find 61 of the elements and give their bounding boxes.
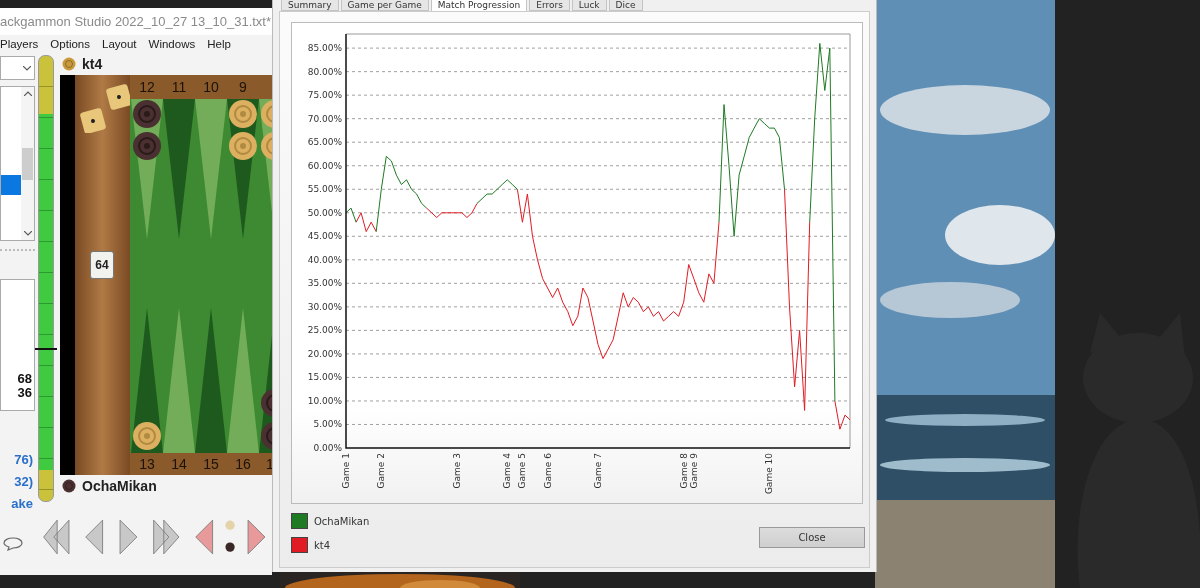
axis-label: Game 5	[517, 453, 528, 489]
axis-label: Game 10	[764, 453, 775, 495]
chevron-icon[interactable]	[23, 91, 32, 96]
axis-label: 75.00%	[307, 90, 342, 101]
doubling-cube[interactable]: 64	[90, 251, 114, 279]
point-number: 16	[234, 456, 252, 472]
menu-item[interactable]: Options	[50, 38, 90, 50]
scrollbar-thumb[interactable]	[22, 147, 33, 180]
link[interactable]: 76)	[14, 449, 33, 471]
axis-label: 55.00%	[307, 184, 342, 195]
axis-label: Game 8	[678, 453, 689, 489]
axis-label: Game 3	[451, 453, 462, 489]
point-number: 10	[202, 79, 220, 95]
axis-label: 60.00%	[307, 160, 342, 171]
axis-label: 65.00%	[307, 137, 342, 148]
axis-label: 70.00%	[307, 113, 342, 124]
window-title: ackgammon Studio 2022_10_27 13_10_31.txt*	[0, 8, 272, 35]
point-number: 12	[138, 79, 156, 95]
axis-label: Game 7	[593, 453, 603, 489]
score-text: 68	[17, 372, 32, 386]
checker-icon	[62, 57, 76, 71]
point-number: 9	[238, 79, 248, 95]
axis-label: 5.00%	[313, 419, 342, 430]
point-number: 15	[202, 456, 220, 472]
axis-label: 50.00%	[307, 207, 342, 218]
close-button[interactable]: Close	[759, 527, 865, 548]
axis-label: 15.00%	[307, 372, 342, 383]
chevron-icon[interactable]	[23, 65, 31, 71]
score-text: 36	[17, 386, 32, 400]
axis-label: 25.00%	[307, 325, 342, 336]
axis-label: 35.00%	[307, 278, 342, 289]
menu-item[interactable]: Players	[0, 38, 39, 50]
axis-label: 0.00%	[313, 443, 342, 453]
axis-label: Game 9	[688, 453, 699, 489]
axis-label: Game 2	[376, 453, 387, 489]
axis-label: Game 4	[502, 453, 513, 489]
checker-icon	[62, 479, 76, 493]
link[interactable]: ake	[11, 493, 33, 515]
axis-label: 85.00%	[307, 43, 342, 54]
point-number: 14	[170, 456, 188, 472]
point-number: 11	[170, 79, 188, 95]
legend-label: OchaMikan	[314, 515, 370, 527]
axis-label: 20.00%	[307, 348, 342, 359]
axis-label: 30.00%	[307, 301, 342, 312]
axis-label: 80.00%	[307, 66, 342, 77]
axis-label: 40.00%	[307, 254, 342, 265]
menu-item[interactable]: Help	[207, 38, 231, 50]
chat-bubble-icon[interactable]	[3, 537, 23, 551]
axis-label: 10.00%	[307, 395, 342, 406]
player-name: kt4	[82, 56, 103, 72]
menu-item[interactable]: Layout	[102, 38, 137, 50]
chevron-icon[interactable]	[23, 231, 32, 236]
player-name: OchaMikan	[82, 478, 157, 494]
menu-item[interactable]: Windows	[148, 38, 196, 50]
scrollbar[interactable]	[21, 87, 34, 240]
point-number: 13	[138, 456, 156, 472]
link[interactable]: 32)	[14, 471, 33, 493]
legend-label: kt4	[314, 539, 331, 551]
axis-label: 45.00%	[307, 231, 342, 242]
axis-label: Game 6	[542, 453, 553, 489]
axis-label: Game 1	[341, 453, 351, 489]
